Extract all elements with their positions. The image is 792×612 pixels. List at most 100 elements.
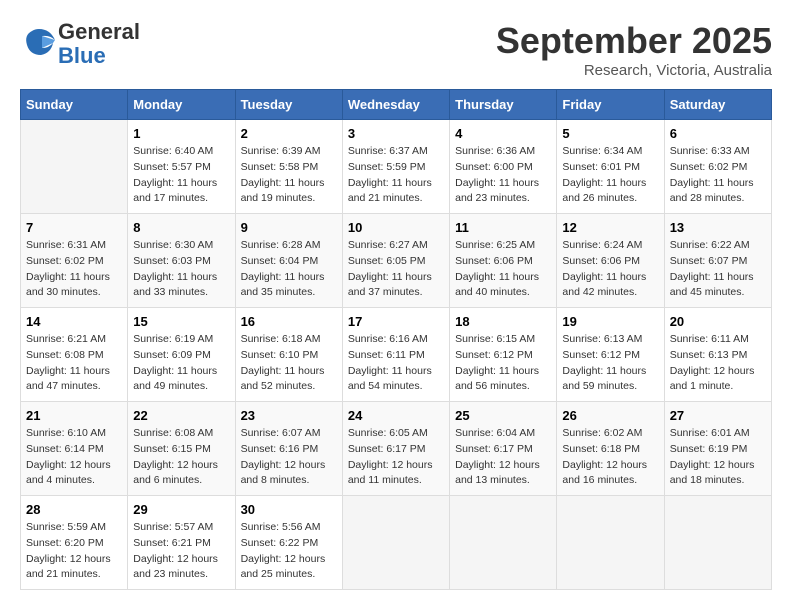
day-info: Sunrise: 6:15 AMSunset: 6:12 PMDaylight:…: [455, 332, 551, 395]
day-number: 10: [348, 220, 444, 235]
day-info: Sunrise: 6:31 AMSunset: 6:02 PMDaylight:…: [26, 238, 122, 301]
day-number: 17: [348, 314, 444, 329]
calendar-cell: 18 Sunrise: 6:15 AMSunset: 6:12 PMDayligh…: [450, 308, 557, 402]
day-number: 21: [26, 408, 122, 423]
day-number: 6: [670, 126, 766, 141]
week-row-4: 21 Sunrise: 6:10 AMSunset: 6:14 PMDayligh…: [21, 402, 772, 496]
day-info: Sunrise: 6:27 AMSunset: 6:05 PMDaylight:…: [348, 238, 444, 301]
day-number: 2: [241, 126, 337, 141]
calendar-cell: 20Sunrise: 6:11 AMSunset: 6:13 PMDayligh…: [664, 308, 771, 402]
calendar-cell: 29Sunrise: 5:57 AMSunset: 6:21 PMDayligh…: [128, 496, 235, 590]
day-number: 30: [241, 502, 337, 517]
calendar-cell: 9 Sunrise: 6:28 AMSunset: 6:04 PMDaylight…: [235, 214, 342, 308]
day-info: Sunrise: 6:30 AMSunset: 6:03 PMDaylight:…: [133, 238, 229, 301]
page-header: General Blue September 2025 Research, Vi…: [20, 20, 772, 79]
day-number: 19: [562, 314, 658, 329]
day-number: 26: [562, 408, 658, 423]
day-info: Sunrise: 6:40 AMSunset: 5:57 PMDaylight:…: [133, 144, 229, 207]
calendar-cell: 14 Sunrise: 6:21 AMSunset: 6:08 PMDayligh…: [21, 308, 128, 402]
days-header-row: SundayMondayTuesdayWednesdayThursdayFrid…: [21, 90, 772, 120]
week-row-5: 28Sunrise: 5:59 AMSunset: 6:20 PMDayligh…: [21, 496, 772, 590]
calendar-cell: 19Sunrise: 6:13 AMSunset: 6:12 PMDayligh…: [557, 308, 664, 402]
title-block: September 2025 Research, Victoria, Austr…: [496, 20, 772, 79]
calendar-cell: 2 Sunrise: 6:39 AMSunset: 5:58 PMDaylight…: [235, 120, 342, 214]
day-number: 24: [348, 408, 444, 423]
calendar-cell: 28Sunrise: 5:59 AMSunset: 6:20 PMDayligh…: [21, 496, 128, 590]
calendar-table: SundayMondayTuesdayWednesdayThursdayFrid…: [20, 89, 772, 590]
logo-text: General Blue: [58, 20, 140, 68]
day-header-sunday: Sunday: [21, 90, 128, 120]
day-info: Sunrise: 6:19 AMSunset: 6:09 PMDaylight:…: [133, 332, 229, 395]
calendar-cell: 16 Sunrise: 6:18 AMSunset: 6:10 PMDayligh…: [235, 308, 342, 402]
calendar-cell: 21 Sunrise: 6:10 AMSunset: 6:14 PMDayligh…: [21, 402, 128, 496]
logo: General Blue: [20, 20, 140, 68]
day-number: 22: [133, 408, 229, 423]
day-number: 25: [455, 408, 551, 423]
day-info: Sunrise: 6:02 AMSunset: 6:18 PMDaylight:…: [562, 426, 658, 489]
day-number: 8: [133, 220, 229, 235]
calendar-cell: 17 Sunrise: 6:16 AMSunset: 6:11 PMDayligh…: [342, 308, 449, 402]
calendar-cell: 3 Sunrise: 6:37 AMSunset: 5:59 PMDaylight…: [342, 120, 449, 214]
day-info: Sunrise: 6:11 AMSunset: 6:13 PMDaylight:…: [670, 332, 766, 395]
calendar-cell: 1Sunrise: 6:40 AMSunset: 5:57 PMDaylight…: [128, 120, 235, 214]
calendar-cell: 7 Sunrise: 6:31 AMSunset: 6:02 PMDaylight…: [21, 214, 128, 308]
calendar-cell: [664, 496, 771, 590]
day-info: Sunrise: 6:24 AMSunset: 6:06 PMDaylight:…: [562, 238, 658, 301]
day-number: 16: [241, 314, 337, 329]
month-title: September 2025: [496, 20, 772, 62]
day-number: 18: [455, 314, 551, 329]
day-info: Sunrise: 6:21 AMSunset: 6:08 PMDaylight:…: [26, 332, 122, 395]
day-number: 23: [241, 408, 337, 423]
week-row-2: 7 Sunrise: 6:31 AMSunset: 6:02 PMDaylight…: [21, 214, 772, 308]
day-info: Sunrise: 6:37 AMSunset: 5:59 PMDaylight:…: [348, 144, 444, 207]
day-info: Sunrise: 5:59 AMSunset: 6:20 PMDaylight:…: [26, 520, 122, 583]
calendar-cell: 12 Sunrise: 6:24 AMSunset: 6:06 PMDayligh…: [557, 214, 664, 308]
calendar-cell: 4Sunrise: 6:36 AMSunset: 6:00 PMDaylight…: [450, 120, 557, 214]
day-header-saturday: Saturday: [664, 90, 771, 120]
day-header-monday: Monday: [128, 90, 235, 120]
calendar-cell: 13Sunrise: 6:22 AMSunset: 6:07 PMDayligh…: [664, 214, 771, 308]
calendar-cell: 8 Sunrise: 6:30 AMSunset: 6:03 PMDaylight…: [128, 214, 235, 308]
day-header-wednesday: Wednesday: [342, 90, 449, 120]
day-info: Sunrise: 5:56 AMSunset: 6:22 PMDaylight:…: [241, 520, 337, 583]
day-number: 11: [455, 220, 551, 235]
day-number: 14: [26, 314, 122, 329]
logo-icon: [20, 23, 58, 61]
calendar-cell: 6Sunrise: 6:33 AMSunset: 6:02 PMDaylight…: [664, 120, 771, 214]
day-number: 27: [670, 408, 766, 423]
day-number: 3: [348, 126, 444, 141]
day-number: 12: [562, 220, 658, 235]
day-header-thursday: Thursday: [450, 90, 557, 120]
calendar-cell: [450, 496, 557, 590]
week-row-1: 1Sunrise: 6:40 AMSunset: 5:57 PMDaylight…: [21, 120, 772, 214]
day-number: 7: [26, 220, 122, 235]
day-info: Sunrise: 6:08 AMSunset: 6:15 PMDaylight:…: [133, 426, 229, 489]
day-info: Sunrise: 6:05 AMSunset: 6:17 PMDaylight:…: [348, 426, 444, 489]
week-row-3: 14 Sunrise: 6:21 AMSunset: 6:08 PMDayligh…: [21, 308, 772, 402]
calendar-cell: 10 Sunrise: 6:27 AMSunset: 6:05 PMDayligh…: [342, 214, 449, 308]
calendar-cell: 11 Sunrise: 6:25 AMSunset: 6:06 PMDayligh…: [450, 214, 557, 308]
day-info: Sunrise: 6:28 AMSunset: 6:04 PMDaylight:…: [241, 238, 337, 301]
day-info: Sunrise: 6:07 AMSunset: 6:16 PMDaylight:…: [241, 426, 337, 489]
day-info: Sunrise: 6:04 AMSunset: 6:17 PMDaylight:…: [455, 426, 551, 489]
day-info: Sunrise: 6:16 AMSunset: 6:11 PMDaylight:…: [348, 332, 444, 395]
calendar-cell: 26 Sunrise: 6:02 AMSunset: 6:18 PMDayligh…: [557, 402, 664, 496]
calendar-cell: 23 Sunrise: 6:07 AMSunset: 6:16 PMDayligh…: [235, 402, 342, 496]
calendar-cell: 24 Sunrise: 6:05 AMSunset: 6:17 PMDayligh…: [342, 402, 449, 496]
day-info: Sunrise: 6:10 AMSunset: 6:14 PMDaylight:…: [26, 426, 122, 489]
day-number: 4: [455, 126, 551, 141]
day-info: Sunrise: 6:01 AMSunset: 6:19 PMDaylight:…: [670, 426, 766, 489]
calendar-cell: 5Sunrise: 6:34 AMSunset: 6:01 PMDaylight…: [557, 120, 664, 214]
day-number: 9: [241, 220, 337, 235]
day-info: Sunrise: 6:22 AMSunset: 6:07 PMDaylight:…: [670, 238, 766, 301]
calendar-cell: 27 Sunrise: 6:01 AMSunset: 6:19 PMDayligh…: [664, 402, 771, 496]
calendar-cell: 30 Sunrise: 5:56 AMSunset: 6:22 PMDayligh…: [235, 496, 342, 590]
day-info: Sunrise: 6:18 AMSunset: 6:10 PMDaylight:…: [241, 332, 337, 395]
day-info: Sunrise: 6:25 AMSunset: 6:06 PMDaylight:…: [455, 238, 551, 301]
calendar-cell: 25 Sunrise: 6:04 AMSunset: 6:17 PMDayligh…: [450, 402, 557, 496]
calendar-cell: 22 Sunrise: 6:08 AMSunset: 6:15 PMDayligh…: [128, 402, 235, 496]
day-info: Sunrise: 6:39 AMSunset: 5:58 PMDaylight:…: [241, 144, 337, 207]
location-subtitle: Research, Victoria, Australia: [496, 62, 772, 79]
day-header-tuesday: Tuesday: [235, 90, 342, 120]
day-info: Sunrise: 6:34 AMSunset: 6:01 PMDaylight:…: [562, 144, 658, 207]
